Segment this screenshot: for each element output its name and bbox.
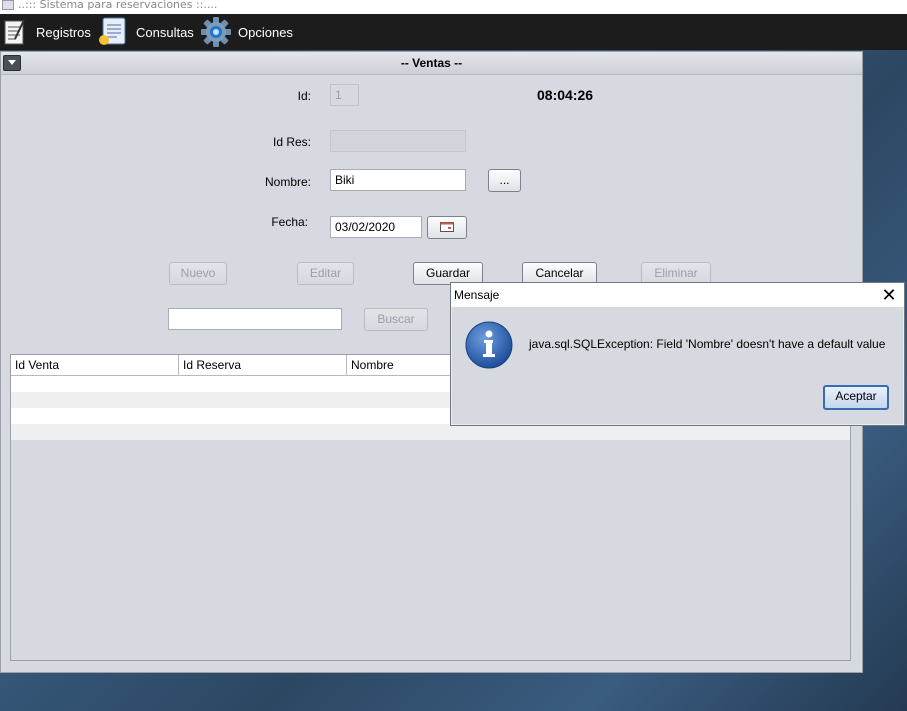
info-icon xyxy=(465,321,513,369)
ventas-title: -- Ventas -- xyxy=(400,56,463,70)
document-search-icon xyxy=(99,17,126,45)
collapse-button[interactable] xyxy=(3,55,21,71)
calendar-button[interactable] xyxy=(427,216,467,239)
window-title: ..::: Sistema para reservaciones ::.... xyxy=(18,0,218,11)
dialog-message: java.sql.SQLException: Field 'Nombre' do… xyxy=(529,337,886,351)
window-titlebar: ..::: Sistema para reservaciones ::.... xyxy=(0,0,907,14)
nombre-label: Nombre: xyxy=(264,175,311,189)
menu-consultas[interactable]: Consultas xyxy=(98,14,194,50)
gear-icon xyxy=(201,17,231,47)
fecha-label: Fecha: xyxy=(271,215,308,229)
fecha-input[interactable]: 03/02/2020 xyxy=(330,216,422,238)
menu-registros[interactable]: Registros xyxy=(2,14,91,50)
menu-consultas-label: Consultas xyxy=(136,24,194,40)
id-label: Id: xyxy=(297,89,311,103)
column-header[interactable]: Id Reserva xyxy=(179,355,347,375)
app-icon xyxy=(2,0,14,10)
table-row[interactable] xyxy=(11,424,850,440)
menubar: Registros Consultas Opciones xyxy=(0,14,907,50)
search-input[interactable] xyxy=(168,308,342,330)
menu-opciones-label: Opciones xyxy=(238,24,293,40)
menu-opciones[interactable]: Opciones xyxy=(200,14,293,50)
idres-label: Id Res: xyxy=(272,135,311,149)
close-icon[interactable]: ✕ xyxy=(880,285,898,305)
id-field: 1 xyxy=(330,84,359,106)
notepad-icon xyxy=(4,19,25,45)
ventas-title-bar: -- Ventas -- xyxy=(1,52,862,75)
clock: 08:04:26 xyxy=(537,87,594,103)
editar-button[interactable]: Editar xyxy=(297,262,354,285)
idres-field xyxy=(330,130,466,152)
dialog-title-bar: Mensaje ✕ xyxy=(451,283,904,307)
calendar-icon xyxy=(440,222,454,232)
dialog-title: Mensaje xyxy=(454,288,500,302)
message-dialog: Mensaje ✕ java.sql.SQLException: Field '… xyxy=(450,282,905,426)
menu-registros-label: Registros xyxy=(36,24,91,40)
nuevo-button[interactable]: Nuevo xyxy=(169,262,227,285)
buscar-button[interactable]: Buscar xyxy=(364,308,428,331)
browse-button[interactable]: ... xyxy=(488,169,521,192)
aceptar-button[interactable]: Aceptar xyxy=(823,385,889,410)
column-header[interactable]: Id Venta xyxy=(11,355,179,375)
nombre-input[interactable]: Biki xyxy=(330,169,466,191)
